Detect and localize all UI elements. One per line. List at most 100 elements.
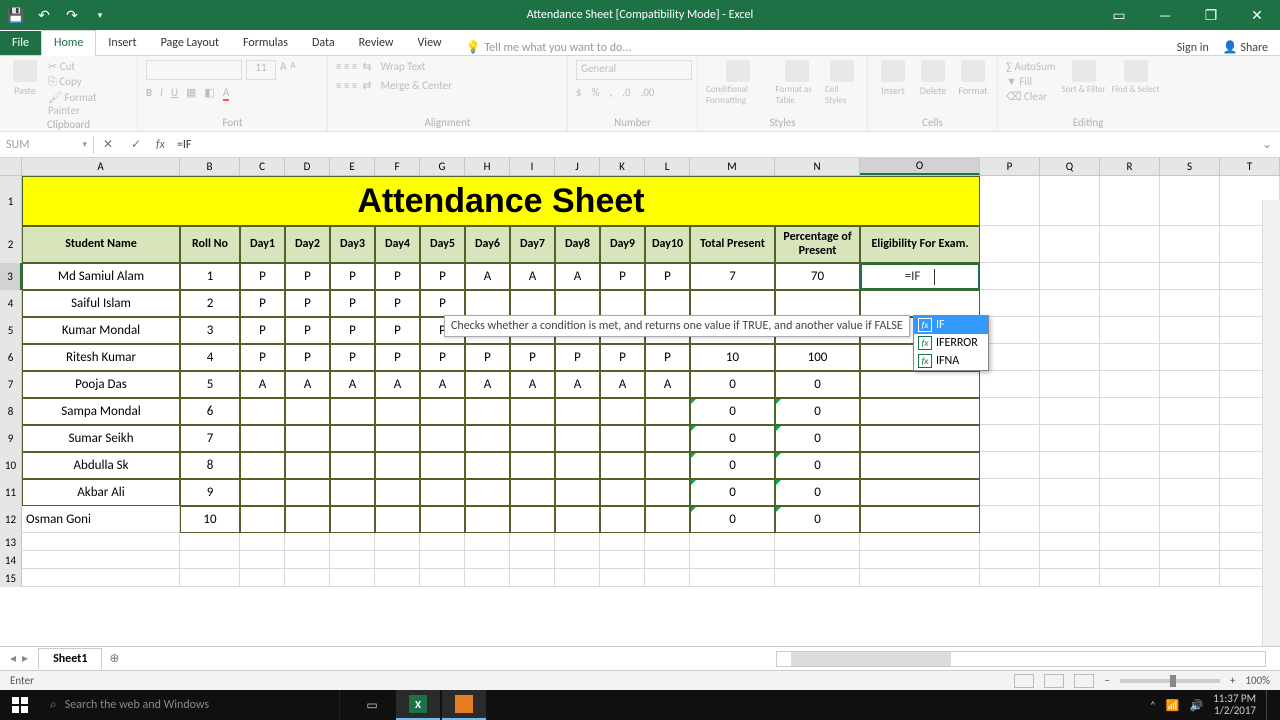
cell[interactable]: P (510, 344, 555, 371)
col-header-F[interactable]: F (375, 158, 420, 175)
task-view-button[interactable]: ▭ (350, 690, 394, 720)
format-as-table-button[interactable]: Format as Table (776, 60, 820, 106)
cell[interactable]: P (420, 263, 465, 290)
cell[interactable]: Abdulla Sk (22, 452, 180, 479)
cancel-formula-button[interactable]: ✕ (94, 137, 122, 152)
cell[interactable]: A (465, 263, 510, 290)
cell[interactable] (375, 452, 420, 479)
cell[interactable]: P (600, 344, 645, 371)
cell[interactable] (600, 506, 645, 533)
cell[interactable] (240, 479, 285, 506)
font-color-button[interactable]: A (223, 86, 229, 99)
cell[interactable] (240, 569, 285, 587)
cell[interactable]: 2 (180, 290, 240, 317)
cell[interactable]: Day6 (465, 226, 510, 263)
sheet-nav-prev[interactable]: ◂ (10, 651, 16, 666)
italic-button[interactable]: I (160, 86, 163, 99)
cell[interactable] (285, 506, 330, 533)
cell[interactable] (980, 398, 1040, 425)
row-header-11[interactable]: 11 (0, 479, 22, 506)
cell[interactable]: Student Name (22, 226, 180, 263)
col-header-D[interactable]: D (285, 158, 330, 175)
cell[interactable] (330, 452, 375, 479)
cell[interactable]: P (285, 317, 330, 344)
cell[interactable]: 0 (690, 371, 775, 398)
row-header-13[interactable]: 13 (0, 533, 22, 551)
cell[interactable] (1100, 290, 1160, 317)
taskbar-excel[interactable]: X (396, 690, 440, 720)
cell[interactable]: 0 (690, 425, 775, 452)
cell[interactable]: 0 (775, 452, 860, 479)
cell[interactable] (1040, 317, 1100, 344)
cell[interactable] (1160, 263, 1220, 290)
col-header-E[interactable]: E (330, 158, 375, 175)
cell[interactable]: Pooja Das (22, 371, 180, 398)
cell[interactable] (510, 452, 555, 479)
cell[interactable]: 0 (775, 425, 860, 452)
border-button[interactable]: ▦ (186, 86, 196, 99)
cell[interactable] (980, 371, 1040, 398)
cell[interactable]: Percentage of Present (775, 226, 860, 263)
cell[interactable] (645, 569, 690, 587)
cell[interactable]: P (240, 344, 285, 371)
cell[interactable]: Day2 (285, 226, 330, 263)
row-header-7[interactable]: 7 (0, 371, 22, 398)
formula-input[interactable]: =IF (171, 136, 1254, 154)
cell[interactable] (555, 506, 600, 533)
cell[interactable] (600, 398, 645, 425)
row-header-12[interactable]: 12 (0, 506, 22, 533)
cell[interactable]: 0 (775, 506, 860, 533)
tray-chevron-icon[interactable]: ˄ (1150, 699, 1156, 712)
col-header-P[interactable]: P (980, 158, 1040, 175)
zoom-out-button[interactable]: − (1104, 674, 1109, 687)
cell[interactable] (1160, 398, 1220, 425)
col-header-M[interactable]: M (690, 158, 775, 175)
cell[interactable] (285, 398, 330, 425)
active-cell[interactable]: =IF (860, 263, 980, 290)
autocomplete-item[interactable]: fxIF (914, 316, 988, 334)
cell[interactable] (510, 398, 555, 425)
cell[interactable] (1040, 479, 1100, 506)
cell[interactable] (860, 371, 980, 398)
cell[interactable] (285, 551, 330, 569)
formula-expand-icon[interactable]: ⌄ (1254, 137, 1280, 152)
cell[interactable] (690, 551, 775, 569)
col-header-T[interactable]: T (1220, 158, 1280, 175)
cell[interactable] (1100, 479, 1160, 506)
cell-styles-button[interactable]: Cell Styles (825, 60, 859, 106)
view-page-layout-button[interactable] (1044, 674, 1064, 688)
autocomplete-item[interactable]: fxIFERROR (914, 334, 988, 352)
cell[interactable] (375, 425, 420, 452)
cell[interactable]: P (375, 344, 420, 371)
col-header-O[interactable]: O (860, 158, 980, 175)
row-header-8[interactable]: 8 (0, 398, 22, 425)
cell[interactable] (1040, 506, 1100, 533)
cell[interactable]: 0 (690, 452, 775, 479)
cell[interactable] (860, 452, 980, 479)
cell[interactable] (600, 551, 645, 569)
cell[interactable] (1040, 344, 1100, 371)
cell[interactable] (375, 398, 420, 425)
cell[interactable] (465, 506, 510, 533)
cell[interactable] (375, 551, 420, 569)
zoom-slider[interactable] (1120, 679, 1220, 683)
cell[interactable] (1100, 344, 1160, 371)
cell[interactable] (465, 290, 510, 317)
formula-autocomplete[interactable]: fxIFfxIFERRORfxIFNA (913, 315, 989, 371)
cell[interactable]: P (240, 317, 285, 344)
tab-view[interactable]: View (406, 31, 454, 55)
view-page-break-button[interactable] (1074, 674, 1094, 688)
autosum-button[interactable]: ∑ AutoSum (1006, 60, 1056, 73)
cell[interactable] (690, 533, 775, 551)
merge-center-button[interactable]: Merge & Center (381, 79, 453, 92)
cell[interactable] (645, 506, 690, 533)
tray-volume-icon[interactable]: 🔊 (1189, 699, 1203, 712)
cell[interactable] (1160, 506, 1220, 533)
cell[interactable] (510, 506, 555, 533)
cell[interactable] (420, 479, 465, 506)
cell[interactable]: 7 (180, 425, 240, 452)
cell[interactable] (645, 452, 690, 479)
cell[interactable] (1160, 344, 1220, 371)
cell[interactable] (600, 533, 645, 551)
cell[interactable]: A (510, 263, 555, 290)
